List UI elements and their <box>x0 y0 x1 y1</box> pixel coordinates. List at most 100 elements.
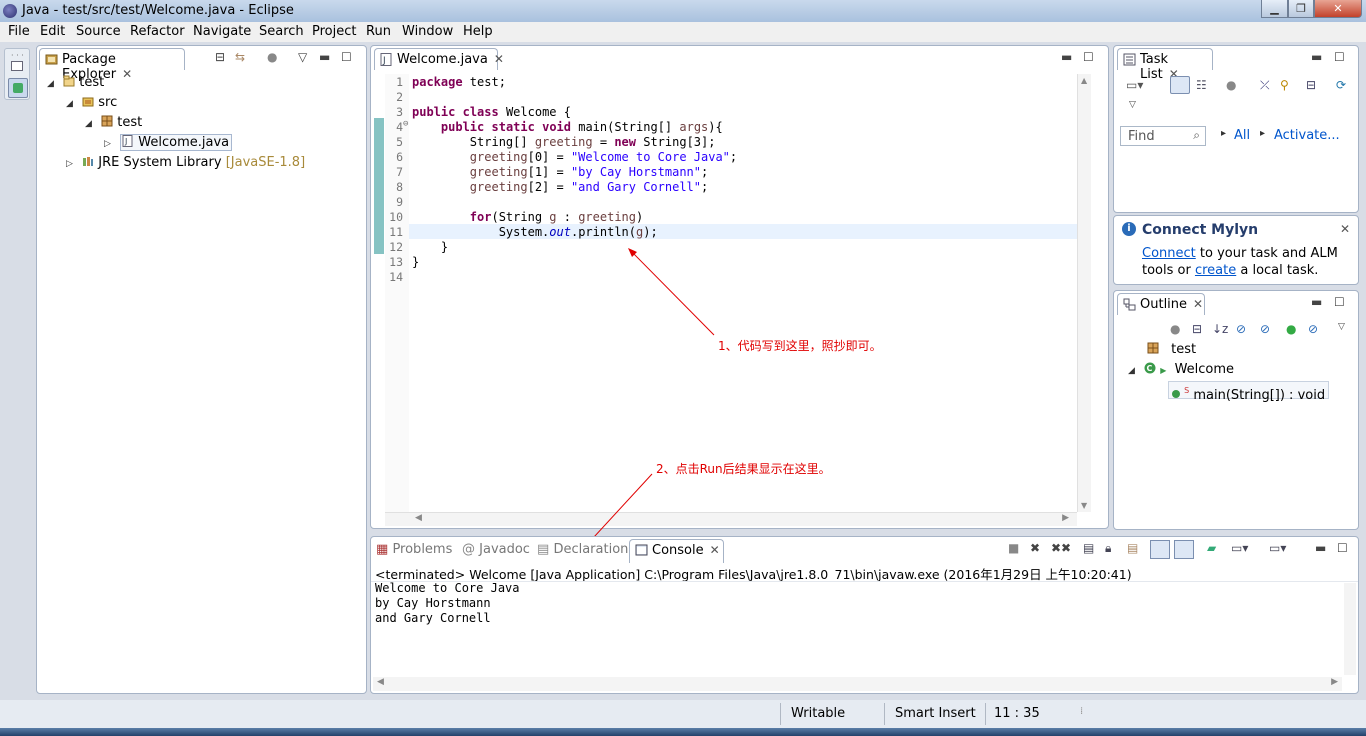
show-on-stdout-icon[interactable] <box>1150 540 1170 559</box>
sync-icon[interactable]: ⟳ <box>1336 78 1346 92</box>
collapse-all-icon[interactable]: ⊟ <box>1306 78 1316 92</box>
vertical-scrollbar[interactable]: ▲ ▼ <box>1077 74 1091 512</box>
close-tab-icon[interactable]: ✕ <box>122 67 132 81</box>
link-editor-icon[interactable]: ⇆ <box>235 50 245 64</box>
hide-fields-icon[interactable]: ⊘ <box>1236 322 1246 336</box>
hide-static-icon[interactable]: ⊘ <box>1260 322 1270 336</box>
activate-link[interactable]: Activate... <box>1274 128 1340 143</box>
sort-icon[interactable]: ↓z <box>1212 322 1228 336</box>
minimize-view-icon[interactable]: ▬ <box>319 50 330 64</box>
filter-icon[interactable]: ● <box>267 50 277 64</box>
close-tab-icon[interactable]: ✕ <box>1193 297 1203 311</box>
display-console-icon[interactable]: ▭▾ <box>1231 541 1248 555</box>
filter-completed-icon[interactable]: ⤫ <box>1260 78 1270 93</box>
menu-refactor[interactable]: Refactor <box>130 24 185 39</box>
minimize-view-icon[interactable]: ▬ <box>1311 295 1322 309</box>
view-menu-icon[interactable]: ▽ <box>1129 100 1136 110</box>
close-icon[interactable]: ✕ <box>1340 222 1350 236</box>
expanded-icon[interactable]: ◢ <box>85 115 97 133</box>
tree-package[interactable]: ◢ test <box>85 114 142 132</box>
search-icon[interactable]: ⌕ <box>1193 128 1200 143</box>
minimize-view-icon[interactable]: ▬ <box>1061 50 1072 64</box>
menu-edit[interactable]: Edit <box>40 24 65 39</box>
tab-welcome-java[interactable]: J Welcome.java ✕ <box>374 48 504 70</box>
outline-class[interactable]: ◢ C ▶ Welcome <box>1128 361 1234 379</box>
collapsed-icon[interactable]: ▷ <box>66 155 78 173</box>
view-menu-icon[interactable]: ▽ <box>1338 322 1345 332</box>
close-tab-icon[interactable]: ✕ <box>494 52 504 66</box>
console-vertical-scrollbar[interactable] <box>1344 583 1356 675</box>
maximize-view-icon[interactable]: ☐ <box>1334 50 1345 64</box>
menu-search[interactable]: Search <box>259 24 304 39</box>
maximize-view-icon[interactable]: ☐ <box>341 50 352 64</box>
focus-icon[interactable]: ● <box>1170 322 1180 336</box>
tab-outline[interactable]: Outline ✕ <box>1117 293 1205 315</box>
minimize-view-icon[interactable]: ▬ <box>1315 541 1326 555</box>
menu-file[interactable]: File <box>8 24 30 39</box>
tab-task-list[interactable]: Task List ✕ <box>1117 48 1213 82</box>
menu-source[interactable]: Source <box>76 24 121 39</box>
remove-launch-icon[interactable]: ✖ <box>1030 541 1040 555</box>
expanded-icon[interactable]: ◢ <box>47 75 59 93</box>
package-explorer-panel: Package Explorer ✕ ⊟ ⇆ ● ▽ ▬ ☐ ◢ test ◢ s… <box>36 45 367 694</box>
pin-console-icon[interactable]: ▰ <box>1207 541 1216 555</box>
collapse-all-icon[interactable]: ⊟ <box>1192 322 1202 336</box>
tree-label: JRE System Library <box>98 155 222 170</box>
console-output[interactable]: Welcome to Core Java by Cay Horstmann an… <box>375 581 520 626</box>
hide-nonpublic-icon[interactable]: ● <box>1286 322 1296 336</box>
outline-package[interactable]: test <box>1147 341 1196 359</box>
tab-javadoc[interactable]: @ Javadoc <box>462 542 530 557</box>
fold-collapse-icon[interactable]: ⊖ <box>403 119 408 129</box>
expanded-icon[interactable]: ◢ <box>66 95 78 113</box>
menu-project[interactable]: Project <box>312 24 356 39</box>
all-link[interactable]: All <box>1234 128 1250 143</box>
close-button[interactable]: ✕ <box>1314 0 1362 18</box>
tab-declaration[interactable]: ▤ Declaration <box>537 542 628 557</box>
terminate-icon[interactable]: ■ <box>1008 541 1019 555</box>
menu-help[interactable]: Help <box>463 24 493 39</box>
open-console-icon[interactable]: ▭▾ <box>1269 541 1286 555</box>
menu-run[interactable]: Run <box>366 24 391 39</box>
tab-package-explorer[interactable]: Package Explorer ✕ <box>39 48 185 82</box>
new-task-icon[interactable]: ▭▾ <box>1126 78 1143 92</box>
horizontal-scrollbar[interactable]: ◀ ▶ <box>385 512 1077 526</box>
hide-tasks-icon[interactable]: ⚲ <box>1280 78 1289 92</box>
tab-problems[interactable]: ▦ Problems <box>376 542 452 557</box>
menu-window[interactable]: Window <box>402 24 453 39</box>
code-editor[interactable]: 1 2 3 4 5 6 7 8 9 10 11 12 13 14 ⊖ packa… <box>385 74 1077 512</box>
tree-project[interactable]: ◢ test <box>47 74 104 92</box>
close-tab-icon[interactable]: ✕ <box>710 543 720 557</box>
remove-all-icon[interactable]: ✖✖ <box>1051 541 1071 555</box>
tree-src[interactable]: ◢ src <box>66 94 117 112</box>
clear-console-icon[interactable]: ▤ <box>1083 541 1094 555</box>
collapsed-icon[interactable]: ▷ <box>104 135 116 153</box>
maximize-view-icon[interactable]: ☐ <box>1334 295 1345 309</box>
minimize-view-icon[interactable]: ▬ <box>1311 50 1322 64</box>
expanded-icon[interactable]: ◢ <box>1128 362 1140 380</box>
scroll-lock-icon[interactable]: 🔒︎ <box>1105 541 1111 556</box>
maximize-button[interactable]: ❐ <box>1288 0 1314 18</box>
minimize-button[interactable]: ▁ <box>1261 0 1288 18</box>
tab-console[interactable]: Console ✕ <box>629 539 724 563</box>
word-wrap-icon[interactable]: ▤ <box>1127 541 1138 555</box>
connect-link[interactable]: Connect <box>1142 246 1196 261</box>
maximize-view-icon[interactable]: ☐ <box>1337 541 1348 555</box>
create-link[interactable]: create <box>1195 263 1236 278</box>
view-menu-icon[interactable]: ▽ <box>298 50 307 64</box>
show-on-stderr-icon[interactable] <box>1174 540 1194 559</box>
collapse-all-icon[interactable]: ⊟ <box>215 50 225 64</box>
console-horizontal-scrollbar[interactable]: ◀ ▶ <box>373 677 1342 691</box>
outline-method[interactable]: S main(String[]) : void <box>1168 381 1330 403</box>
menu-navigate[interactable]: Navigate <box>193 24 251 39</box>
hide-local-types-icon[interactable]: ⊘ <box>1308 322 1318 336</box>
scheduled-icon[interactable]: ☷ <box>1196 78 1207 92</box>
find-input[interactable]: Find ⌕ <box>1120 126 1206 146</box>
categorized-icon[interactable] <box>1170 76 1190 94</box>
tree-file-welcome[interactable]: ▷ J Welcome.java <box>104 134 233 153</box>
focus-icon[interactable]: ● <box>1226 78 1236 92</box>
tree-jre-library[interactable]: ▷ JRE System Library [JavaSE-1.8] <box>66 154 305 172</box>
mylyn-title: Connect Mylyn <box>1142 222 1259 238</box>
restore-icon[interactable] <box>11 61 23 71</box>
java-perspective-icon[interactable] <box>8 78 28 98</box>
maximize-view-icon[interactable]: ☐ <box>1083 50 1094 64</box>
